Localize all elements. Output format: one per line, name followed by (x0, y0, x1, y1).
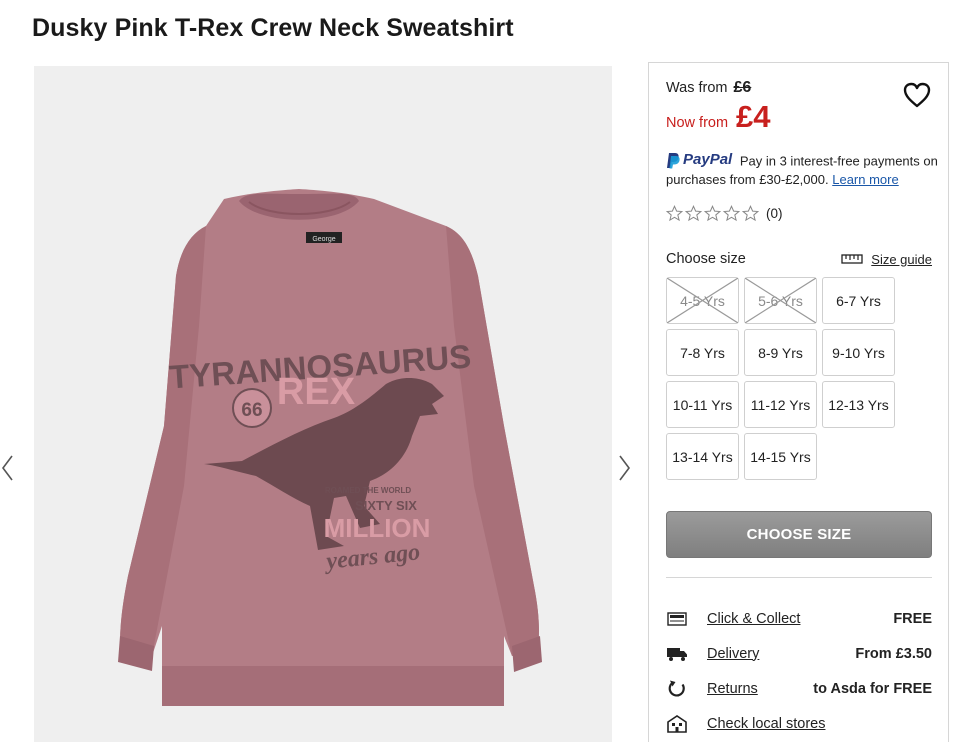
now-price-value: £4 (736, 99, 771, 134)
size-option-label: 12-13 Yrs (828, 396, 889, 413)
was-price-label: Was from (666, 80, 728, 96)
returns-link[interactable]: Returns (707, 681, 813, 697)
print-million: MILLION (324, 513, 431, 543)
size-option-label: 14-15 Yrs (750, 448, 811, 465)
size-header: Choose size Size guide (666, 251, 932, 267)
size-option[interactable]: 4-5 Yrs (666, 277, 739, 324)
chevron-left-icon (2, 455, 13, 481)
size-guide-link[interactable]: Size guide (841, 252, 932, 267)
click-collect-link[interactable]: Click & Collect (707, 611, 893, 627)
choose-size-label: Choose size (666, 251, 746, 267)
now-price: Now from £4 (666, 99, 771, 135)
shop-building-icon (666, 714, 688, 734)
print-rex: REX (277, 371, 356, 413)
star-icon (723, 205, 740, 222)
returns-icon (666, 679, 688, 699)
choose-size-button[interactable]: CHOOSE SIZE (666, 511, 932, 558)
delivery-row-delivery: Delivery From £3.50 (666, 636, 932, 671)
price-block: Was from £6 Now from £4 (666, 79, 771, 135)
review-count: (0) (766, 206, 783, 221)
size-options: 4-5 Yrs5-6 Yrs 6-7 Yrs 7-8 Yrs 8-9 Yrs 9-10 … (666, 277, 898, 480)
chevron-right-icon (619, 455, 630, 481)
delivery-value: From £3.50 (855, 645, 932, 662)
divider (666, 577, 932, 578)
size-option[interactable]: 7-8 Yrs (666, 329, 739, 376)
star-icon (685, 205, 702, 222)
delivery-row-local-stores: Check local stores (666, 706, 932, 741)
size-option[interactable]: 8-9 Yrs (744, 329, 817, 376)
delivery-row-returns: Returns to Asda for FREE (666, 671, 932, 706)
size-option[interactable]: 12-13 Yrs (822, 381, 895, 428)
paypal-learn-more-link[interactable]: Learn more (832, 172, 898, 187)
now-price-label: Now from (666, 115, 729, 131)
gallery-next-button[interactable] (616, 452, 632, 484)
size-option-label: 8-9 Yrs (758, 344, 803, 361)
brand-label: George (312, 236, 335, 243)
product-image[interactable]: George TYRANNOSAURUS REX 66 ROAMED THE W… (34, 66, 612, 742)
size-option[interactable]: 9-10 Yrs (822, 329, 895, 376)
unavailable-cross-icon (667, 278, 738, 323)
paypal-logo: PayPal (666, 151, 732, 169)
paypal-brand: PayPal (683, 151, 733, 168)
heart-icon (903, 82, 931, 108)
delivery-options: Click & Collect FREE Delivery From £3.50… (666, 601, 932, 741)
truck-icon (666, 644, 688, 664)
size-option[interactable]: 11-12 Yrs (744, 381, 817, 428)
print-badge: 66 (241, 400, 262, 421)
returns-value: to Asda for FREE (813, 680, 932, 697)
delivery-link[interactable]: Delivery (707, 646, 855, 662)
size-option-label: 9-10 Yrs (832, 344, 885, 361)
paypal-icon (667, 152, 680, 168)
store-icon (666, 609, 688, 629)
size-option-label: 6-7 Yrs (836, 292, 881, 309)
size-option[interactable]: 14-15 Yrs (744, 433, 817, 480)
product-details-panel: Was from £6 Now from £4 PayPal Pay in 3 … (648, 62, 949, 742)
gallery-prev-button[interactable] (0, 452, 16, 484)
was-price-value: £6 (733, 79, 752, 96)
size-guide-label: Size guide (871, 251, 932, 267)
star-icon (666, 205, 683, 222)
size-option-label: 13-14 Yrs (672, 448, 733, 465)
wishlist-button[interactable] (902, 81, 932, 109)
print-small-2: SIXTY SIX (355, 498, 417, 513)
star-icon (704, 205, 721, 222)
delivery-row-click-collect: Click & Collect FREE (666, 601, 932, 636)
star-icon (742, 205, 759, 222)
was-price: Was from £6 (666, 79, 771, 97)
sweatshirt-illustration: George TYRANNOSAURUS REX 66 ROAMED THE W… (118, 189, 542, 706)
size-option[interactable]: 10-11 Yrs (666, 381, 739, 428)
size-option-label: 11-12 Yrs (750, 396, 811, 413)
size-option[interactable]: 13-14 Yrs (666, 433, 739, 480)
star-rating[interactable]: (0) (666, 205, 783, 222)
ruler-icon (841, 254, 863, 264)
size-option-label: 7-8 Yrs (680, 344, 725, 361)
unavailable-cross-icon (745, 278, 816, 323)
size-option[interactable]: 5-6 Yrs (744, 277, 817, 324)
size-option-label: 10-11 Yrs (672, 396, 733, 413)
print-small-1: ROAMED THE WORLD (325, 486, 411, 495)
click-collect-value: FREE (893, 610, 932, 627)
paypal-promo: PayPal Pay in 3 interest-free payments o… (666, 151, 941, 189)
size-option[interactable]: 6-7 Yrs (822, 277, 895, 324)
check-local-stores-link[interactable]: Check local stores (707, 716, 932, 732)
page-title: Dusky Pink T-Rex Crew Neck Sweatshirt (32, 14, 514, 42)
